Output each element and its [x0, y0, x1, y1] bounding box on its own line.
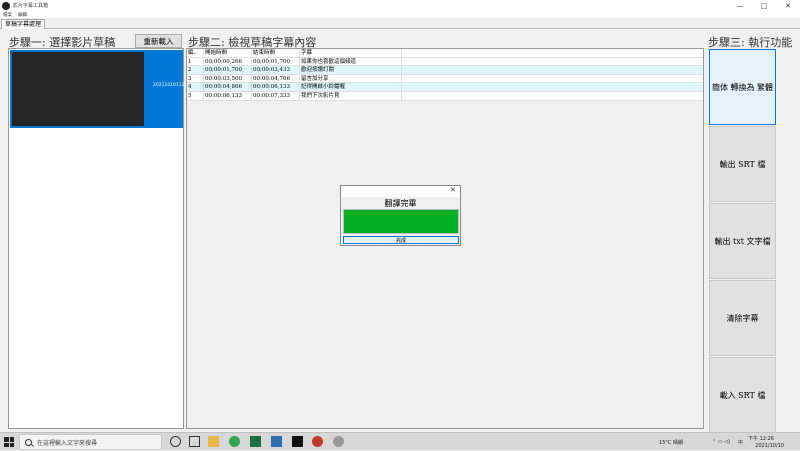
table-row[interactable]: 5 00:00:06,133 00:00:07,333 我們下次影片見 — [187, 91, 703, 101]
windows-start-icon[interactable] — [4, 437, 14, 447]
progress-fill — [344, 210, 458, 233]
cell-start[interactable]: 00:00:06,133 — [204, 91, 252, 100]
progress-bar — [343, 209, 459, 234]
task-view-icon[interactable] — [189, 436, 200, 447]
cell-end[interactable]: 00:00:07,333 — [252, 91, 300, 100]
tab-draft-subtitles[interactable]: 草稿字幕處理 — [1, 19, 46, 29]
cell-end[interactable]: 00:00:01,700 — [252, 57, 300, 66]
menu-file[interactable]: 檔案 — [3, 12, 12, 18]
col-header-end[interactable]: 結束時間 — [252, 49, 300, 57]
translation-complete-dialog: ✕ 翻譯完畢 完成 — [340, 185, 461, 246]
excel-icon[interactable] — [250, 436, 261, 447]
subtitle-grid: 編.. 開始時間 結束時間 字幕 1 00:00:00,266 00:00:01… — [187, 49, 703, 101]
subtitle-tool-icon[interactable] — [312, 436, 323, 447]
cell-text[interactable]: 留言加分享 — [300, 74, 402, 83]
clock-time[interactable]: 下午 12:26 — [748, 435, 774, 442]
convert-simplified-to-traditional-button[interactable]: 簡体 轉換為 繁體 — [709, 49, 776, 125]
video-list: 2021101011224 — [8, 48, 190, 429]
reload-button[interactable]: 重新載入 — [135, 34, 182, 48]
table-row[interactable]: 3 00:00:03,500 00:00:04,766 留言加分享 — [187, 74, 703, 84]
cell-index[interactable]: 1 — [187, 57, 204, 66]
dialog-title-bar: ✕ — [341, 186, 460, 197]
cell-start[interactable]: 00:00:04,866 — [204, 83, 252, 91]
table-row[interactable]: 2 00:00:01,700 00:00:03,433 歡迎按讚訂閱 — [187, 66, 703, 75]
col-header-text[interactable]: 字幕 — [300, 49, 402, 57]
cell-end[interactable]: 00:00:03,433 — [252, 66, 300, 74]
col-header-index[interactable]: 編.. — [187, 49, 204, 57]
menu-bar: 檔案 編輯 — [0, 11, 800, 18]
dialog-message: 翻譯完畢 — [384, 199, 417, 208]
cell-end[interactable]: 00:00:04,766 — [252, 74, 300, 83]
menu-edit[interactable]: 編輯 — [18, 12, 27, 18]
app-icon-blue[interactable] — [271, 436, 282, 447]
col-header-start[interactable]: 開始時間 — [204, 49, 252, 57]
clear-subtitles-button[interactable]: 清除字幕 — [709, 280, 776, 356]
cell-index[interactable]: 4 — [187, 83, 204, 91]
chrome-icon[interactable] — [229, 436, 240, 447]
tray-icons[interactable]: ⌃ ▭ ◁) — [712, 439, 730, 445]
search-placeholder: 在這裡輸入文字來搜尋 — [37, 439, 98, 447]
file-explorer-icon[interactable] — [208, 436, 219, 447]
cell-text[interactable]: 我們下次影片見 — [300, 91, 402, 100]
taskbar-search-box[interactable]: 在這裡輸入文字來搜尋 — [19, 434, 162, 450]
export-srt-button[interactable]: 輸出 SRT 檔 — [709, 126, 776, 202]
dialog-close-icon[interactable]: ✕ — [450, 186, 456, 194]
capcut-icon[interactable] — [292, 436, 303, 447]
cell-index[interactable]: 5 — [187, 91, 204, 100]
weather-status[interactable]: 15°C 晴朗 — [659, 439, 683, 446]
taskbar: 在這裡輸入文字來搜尋 15°C 晴朗 ⌃ ▭ ◁) 中 下午 12:26 202… — [0, 432, 800, 450]
app-icon-gray[interactable] — [333, 436, 344, 447]
cell-start[interactable]: 00:00:00,266 — [204, 57, 252, 66]
cell-end[interactable]: 00:00:06,133 — [252, 83, 300, 91]
close-button[interactable]: ✕ — [776, 0, 800, 11]
load-srt-button[interactable]: 載入 SRT 檔 — [709, 357, 776, 433]
window-title: 影片字幕工具箱 — [13, 3, 49, 9]
clock-date[interactable]: 2021/10/10 — [755, 443, 784, 449]
table-row[interactable]: 1 00:00:00,266 00:00:01,700 如果你也喜歡這個頻道 — [187, 57, 703, 67]
video-list-item-selected[interactable]: 2021101011224 — [10, 50, 190, 128]
minimize-button[interactable]: — — [728, 0, 752, 11]
cell-text[interactable]: 如果你也喜歡這個頻道 — [300, 57, 402, 66]
cell-start[interactable]: 00:00:03,500 — [204, 74, 252, 83]
export-txt-button[interactable]: 輸出 txt 文字檔 — [709, 203, 776, 279]
cell-start[interactable]: 00:00:01,700 — [204, 66, 252, 74]
tab-strip: 草稿字幕處理 — [0, 18, 800, 29]
cell-text[interactable]: 記得開啟小鈴鐺喔 — [300, 83, 402, 91]
title-bar: 影片字幕工具箱 — □ ✕ — [0, 0, 800, 11]
grid-header: 編.. 開始時間 結束時間 字幕 — [187, 49, 703, 58]
ime-indicator[interactable]: 中 — [738, 439, 743, 446]
cell-index[interactable]: 3 — [187, 74, 204, 83]
action-panel: 簡体 轉換為 繁體 輸出 SRT 檔 輸出 txt 文字檔 清除字幕 載入 SR… — [708, 48, 800, 433]
video-thumbnail — [12, 52, 144, 126]
cortana-icon[interactable] — [170, 436, 181, 447]
table-row[interactable]: 4 00:00:04,866 00:00:06,133 記得開啟小鈴鐺喔 — [187, 83, 703, 92]
cell-text[interactable]: 歡迎按讚訂閱 — [300, 66, 402, 74]
cell-index[interactable]: 2 — [187, 66, 204, 74]
app-icon — [2, 1, 10, 10]
maximize-button[interactable]: □ — [752, 0, 776, 11]
search-icon — [25, 438, 32, 446]
app-window: 影片字幕工具箱 — □ ✕ 檔案 編輯 草稿字幕處理 步驟一: 選擇影片草稿 重… — [0, 0, 800, 433]
video-name: 2021101011224 — [153, 83, 191, 88]
dialog-done-button[interactable]: 完成 — [343, 236, 459, 244]
